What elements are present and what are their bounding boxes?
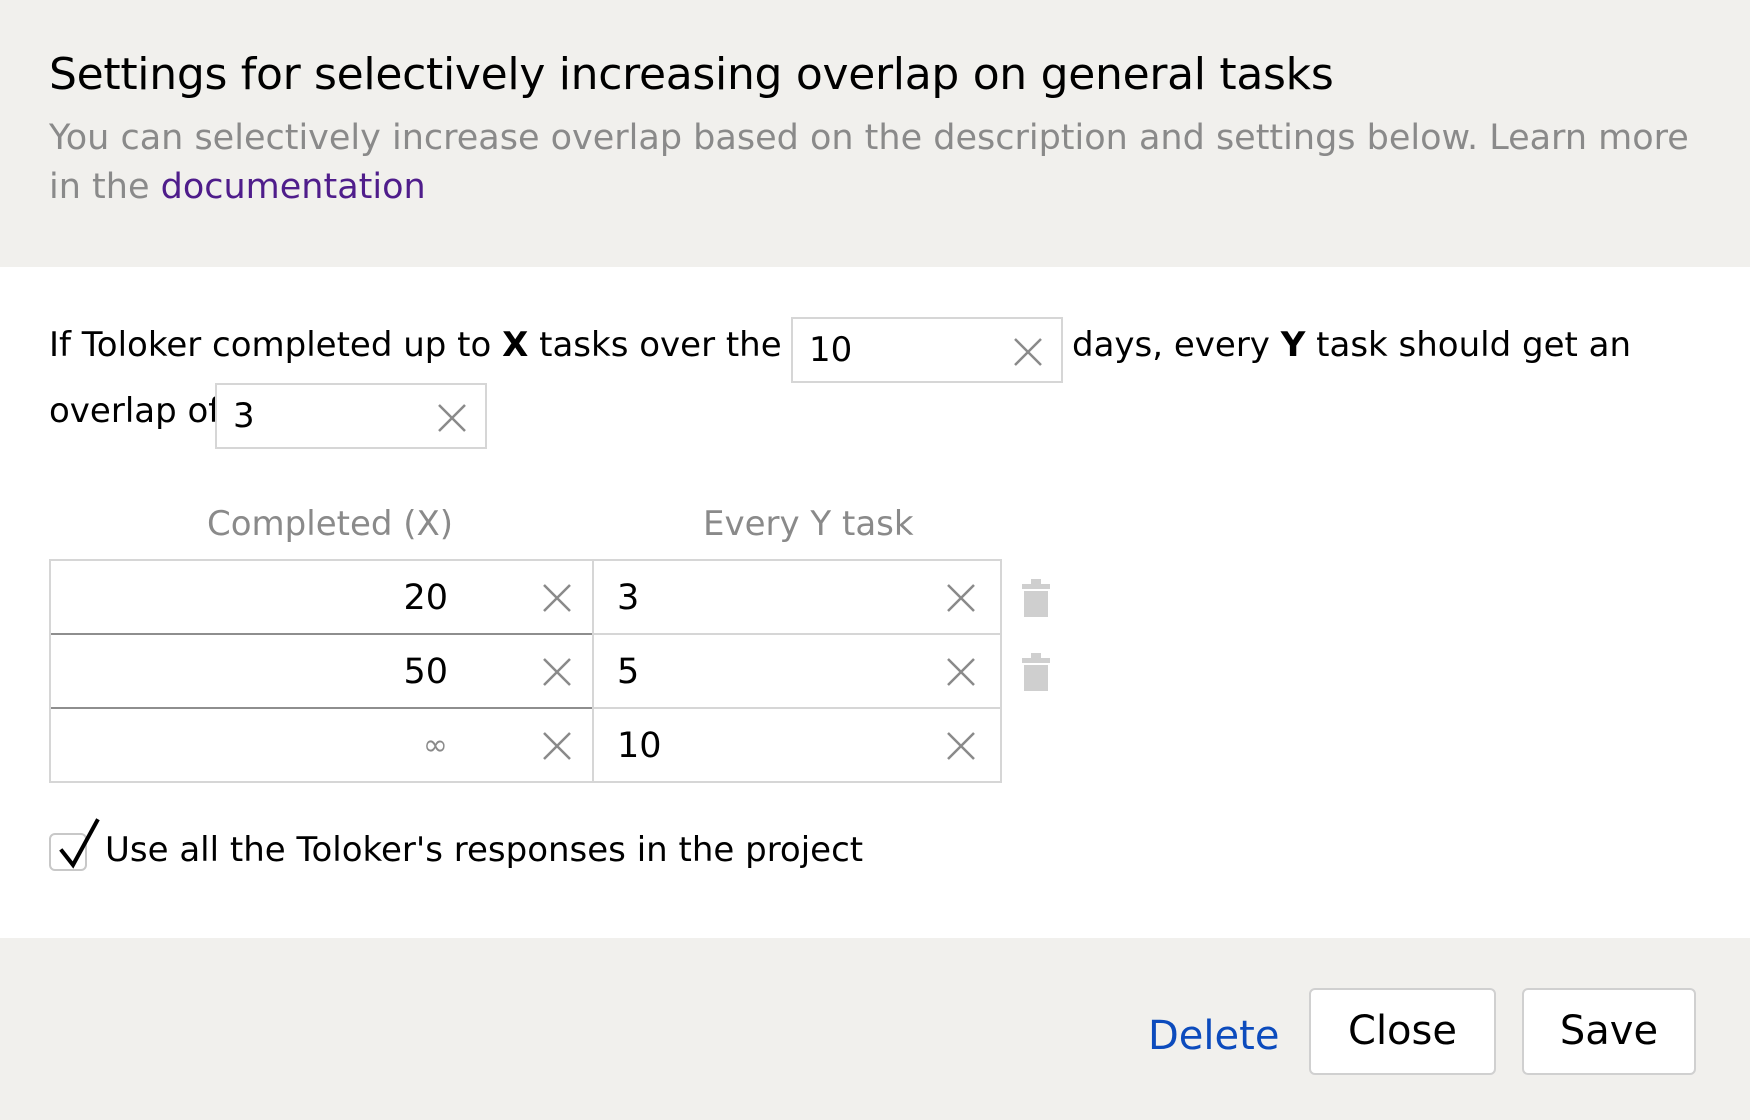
column-header-completed: Completed (X) <box>207 504 454 544</box>
delete-row2-trash-icon[interactable] <box>1021 653 1051 691</box>
overlap-value: 3 <box>233 396 255 436</box>
rule-y-label: Y <box>1280 325 1306 365</box>
use-all-responses-label: Use all the Toloker's responses in the p… <box>105 830 864 870</box>
documentation-link[interactable]: documentation <box>161 167 426 207</box>
rule-text-5: overlap of <box>49 391 221 431</box>
close-button[interactable]: Close <box>1309 988 1496 1075</box>
clear-every-y-icon[interactable] <box>946 583 976 613</box>
clear-days-icon[interactable] <box>1013 337 1043 367</box>
rule-x-label: X <box>502 325 529 365</box>
rule-sentence-line1-end: days, every Y task should get an <box>1072 325 1631 365</box>
completed-field-row1[interactable]: 20 <box>51 561 592 635</box>
clear-completed-icon[interactable] <box>542 583 572 613</box>
rule-text-4: task should get an <box>1305 325 1632 365</box>
delete-button[interactable]: Delete <box>1148 1011 1279 1061</box>
dialog-description: You can selectively increase overlap bas… <box>49 114 1699 212</box>
every-y-field-row3[interactable]: 10 <box>594 709 1000 783</box>
delete-row1-trash-icon[interactable] <box>1021 579 1051 617</box>
dialog-body: If Toloker completed up to X tasks over … <box>0 267 1750 938</box>
days-value: 10 <box>809 330 853 370</box>
rule-text-3: days, every <box>1072 325 1281 365</box>
rule-sentence-line1: If Toloker completed up to X tasks over … <box>49 325 854 365</box>
overlap-field[interactable]: 3 <box>215 383 487 449</box>
save-button[interactable]: Save <box>1522 988 1696 1075</box>
rule-text-1: If Toloker completed up to <box>49 325 503 365</box>
every-y-field-row1[interactable]: 3 <box>594 561 1000 635</box>
overlap-settings-dialog: Settings for selectively increasing over… <box>0 0 1750 1120</box>
clear-completed-icon[interactable] <box>542 657 572 687</box>
rule-sentence-line2: overlap of <box>49 391 220 431</box>
clear-every-y-icon[interactable] <box>946 657 976 687</box>
completed-field-row2[interactable]: 50 <box>51 635 592 709</box>
every-y-value: 10 <box>617 726 662 766</box>
every-y-value: 5 <box>617 652 640 692</box>
completed-value: 50 <box>403 652 448 692</box>
column-header-every-y: Every Y task <box>703 504 914 544</box>
dialog-footer: Delete Close Save <box>0 938 1750 1120</box>
dialog-header: Settings for selectively increasing over… <box>0 0 1750 267</box>
every-y-field-row2[interactable]: 5 <box>594 635 1000 709</box>
overlap-table: 20 3 50 5 ∞ 10 <box>49 559 1002 783</box>
completed-placeholder-infinity: ∞ <box>423 728 448 763</box>
days-field[interactable]: 10 <box>791 317 1063 383</box>
clear-every-y-icon[interactable] <box>946 731 976 761</box>
every-y-value: 3 <box>617 578 640 618</box>
completed-value: 20 <box>403 578 448 618</box>
use-all-responses-checkbox[interactable] <box>49 818 100 871</box>
clear-overlap-icon[interactable] <box>437 403 467 433</box>
dialog-title: Settings for selectively increasing over… <box>49 49 1334 100</box>
checkmark-icon <box>59 818 100 869</box>
completed-field-row3[interactable]: ∞ <box>51 709 592 783</box>
clear-completed-icon[interactable] <box>542 731 572 761</box>
